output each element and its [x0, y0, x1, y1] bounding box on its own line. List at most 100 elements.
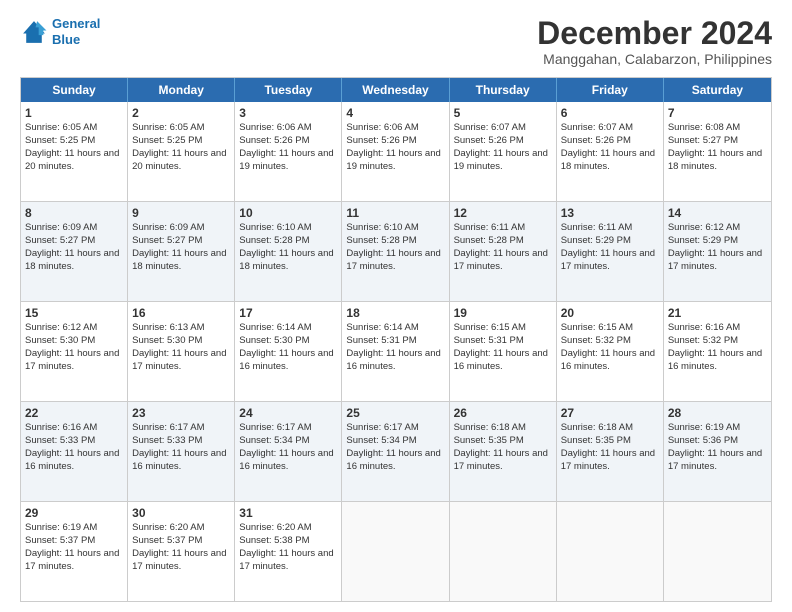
- sunset: Sunset: 5:26 PM: [454, 135, 552, 148]
- day-cell-9: 9Sunrise: 6:09 AMSunset: 5:27 PMDaylight…: [128, 202, 235, 301]
- day-cell-12: 12Sunrise: 6:11 AMSunset: 5:28 PMDayligh…: [450, 202, 557, 301]
- day-number: 8: [25, 205, 123, 221]
- day-number: 6: [561, 105, 659, 121]
- location: Manggahan, Calabarzon, Philippines: [537, 51, 772, 67]
- daylight: Daylight: 11 hours and 16 minutes.: [346, 348, 444, 374]
- daylight: Daylight: 11 hours and 17 minutes.: [561, 448, 659, 474]
- sunset: Sunset: 5:33 PM: [25, 435, 123, 448]
- sunrise: Sunrise: 6:17 AM: [346, 422, 444, 435]
- day-cell-23: 23Sunrise: 6:17 AMSunset: 5:33 PMDayligh…: [128, 402, 235, 501]
- page: General Blue December 2024 Manggahan, Ca…: [0, 0, 792, 612]
- daylight: Daylight: 11 hours and 16 minutes.: [561, 348, 659, 374]
- day-number: 19: [454, 305, 552, 321]
- sunrise: Sunrise: 6:10 AM: [346, 222, 444, 235]
- sunrise: Sunrise: 6:06 AM: [346, 122, 444, 135]
- day-cell-27: 27Sunrise: 6:18 AMSunset: 5:35 PMDayligh…: [557, 402, 664, 501]
- sunrise: Sunrise: 6:11 AM: [561, 222, 659, 235]
- day-cell-6: 6Sunrise: 6:07 AMSunset: 5:26 PMDaylight…: [557, 102, 664, 201]
- day-number: 18: [346, 305, 444, 321]
- day-cell-26: 26Sunrise: 6:18 AMSunset: 5:35 PMDayligh…: [450, 402, 557, 501]
- sunset: Sunset: 5:28 PM: [346, 235, 444, 248]
- sunset: Sunset: 5:27 PM: [132, 235, 230, 248]
- empty-cell: [664, 502, 771, 601]
- daylight: Daylight: 11 hours and 16 minutes.: [668, 348, 767, 374]
- day-number: 31: [239, 505, 337, 521]
- day-number: 15: [25, 305, 123, 321]
- weekday-header-saturday: Saturday: [664, 78, 771, 102]
- day-number: 27: [561, 405, 659, 421]
- day-cell-24: 24Sunrise: 6:17 AMSunset: 5:34 PMDayligh…: [235, 402, 342, 501]
- daylight: Daylight: 11 hours and 18 minutes.: [25, 248, 123, 274]
- calendar-row-3: 22Sunrise: 6:16 AMSunset: 5:33 PMDayligh…: [21, 401, 771, 501]
- day-number: 4: [346, 105, 444, 121]
- weekday-header-wednesday: Wednesday: [342, 78, 449, 102]
- day-cell-5: 5Sunrise: 6:07 AMSunset: 5:26 PMDaylight…: [450, 102, 557, 201]
- day-number: 22: [25, 405, 123, 421]
- daylight: Daylight: 11 hours and 19 minutes.: [454, 148, 552, 174]
- day-cell-16: 16Sunrise: 6:13 AMSunset: 5:30 PMDayligh…: [128, 302, 235, 401]
- daylight: Daylight: 11 hours and 17 minutes.: [668, 448, 767, 474]
- day-cell-25: 25Sunrise: 6:17 AMSunset: 5:34 PMDayligh…: [342, 402, 449, 501]
- calendar-row-0: 1Sunrise: 6:05 AMSunset: 5:25 PMDaylight…: [21, 102, 771, 201]
- day-cell-17: 17Sunrise: 6:14 AMSunset: 5:30 PMDayligh…: [235, 302, 342, 401]
- sunset: Sunset: 5:32 PM: [668, 335, 767, 348]
- daylight: Daylight: 11 hours and 16 minutes.: [454, 348, 552, 374]
- daylight: Daylight: 11 hours and 20 minutes.: [132, 148, 230, 174]
- day-cell-14: 14Sunrise: 6:12 AMSunset: 5:29 PMDayligh…: [664, 202, 771, 301]
- day-cell-19: 19Sunrise: 6:15 AMSunset: 5:31 PMDayligh…: [450, 302, 557, 401]
- daylight: Daylight: 11 hours and 16 minutes.: [239, 448, 337, 474]
- day-cell-29: 29Sunrise: 6:19 AMSunset: 5:37 PMDayligh…: [21, 502, 128, 601]
- day-cell-1: 1Sunrise: 6:05 AMSunset: 5:25 PMDaylight…: [21, 102, 128, 201]
- day-cell-21: 21Sunrise: 6:16 AMSunset: 5:32 PMDayligh…: [664, 302, 771, 401]
- day-number: 12: [454, 205, 552, 221]
- day-cell-15: 15Sunrise: 6:12 AMSunset: 5:30 PMDayligh…: [21, 302, 128, 401]
- sunrise: Sunrise: 6:08 AM: [668, 122, 767, 135]
- sunset: Sunset: 5:31 PM: [346, 335, 444, 348]
- sunset: Sunset: 5:38 PM: [239, 535, 337, 548]
- sunrise: Sunrise: 6:14 AM: [346, 322, 444, 335]
- sunrise: Sunrise: 6:19 AM: [668, 422, 767, 435]
- day-number: 24: [239, 405, 337, 421]
- sunrise: Sunrise: 6:18 AM: [454, 422, 552, 435]
- daylight: Daylight: 11 hours and 19 minutes.: [346, 148, 444, 174]
- calendar-row-4: 29Sunrise: 6:19 AMSunset: 5:37 PMDayligh…: [21, 501, 771, 601]
- sunrise: Sunrise: 6:05 AM: [132, 122, 230, 135]
- day-number: 10: [239, 205, 337, 221]
- day-cell-18: 18Sunrise: 6:14 AMSunset: 5:31 PMDayligh…: [342, 302, 449, 401]
- daylight: Daylight: 11 hours and 20 minutes.: [25, 148, 123, 174]
- sunrise: Sunrise: 6:16 AM: [25, 422, 123, 435]
- weekday-header-thursday: Thursday: [450, 78, 557, 102]
- daylight: Daylight: 11 hours and 17 minutes.: [239, 548, 337, 574]
- day-cell-31: 31Sunrise: 6:20 AMSunset: 5:38 PMDayligh…: [235, 502, 342, 601]
- sunset: Sunset: 5:30 PM: [132, 335, 230, 348]
- daylight: Daylight: 11 hours and 16 minutes.: [346, 448, 444, 474]
- daylight: Daylight: 11 hours and 16 minutes.: [25, 448, 123, 474]
- day-number: 5: [454, 105, 552, 121]
- sunrise: Sunrise: 6:07 AM: [561, 122, 659, 135]
- sunset: Sunset: 5:30 PM: [25, 335, 123, 348]
- day-number: 14: [668, 205, 767, 221]
- sunset: Sunset: 5:37 PM: [25, 535, 123, 548]
- calendar-header: SundayMondayTuesdayWednesdayThursdayFrid…: [21, 78, 771, 102]
- month-title: December 2024: [537, 16, 772, 51]
- daylight: Daylight: 11 hours and 17 minutes.: [454, 248, 552, 274]
- sunrise: Sunrise: 6:14 AM: [239, 322, 337, 335]
- sunset: Sunset: 5:26 PM: [346, 135, 444, 148]
- day-cell-8: 8Sunrise: 6:09 AMSunset: 5:27 PMDaylight…: [21, 202, 128, 301]
- calendar-row-1: 8Sunrise: 6:09 AMSunset: 5:27 PMDaylight…: [21, 201, 771, 301]
- sunrise: Sunrise: 6:17 AM: [239, 422, 337, 435]
- sunrise: Sunrise: 6:12 AM: [668, 222, 767, 235]
- sunset: Sunset: 5:35 PM: [454, 435, 552, 448]
- day-number: 20: [561, 305, 659, 321]
- calendar-row-2: 15Sunrise: 6:12 AMSunset: 5:30 PMDayligh…: [21, 301, 771, 401]
- sunrise: Sunrise: 6:16 AM: [668, 322, 767, 335]
- day-number: 7: [668, 105, 767, 121]
- day-number: 26: [454, 405, 552, 421]
- weekday-header-friday: Friday: [557, 78, 664, 102]
- daylight: Daylight: 11 hours and 19 minutes.: [239, 148, 337, 174]
- sunrise: Sunrise: 6:13 AM: [132, 322, 230, 335]
- sunset: Sunset: 5:29 PM: [561, 235, 659, 248]
- sunset: Sunset: 5:36 PM: [668, 435, 767, 448]
- sunset: Sunset: 5:28 PM: [239, 235, 337, 248]
- daylight: Daylight: 11 hours and 18 minutes.: [668, 148, 767, 174]
